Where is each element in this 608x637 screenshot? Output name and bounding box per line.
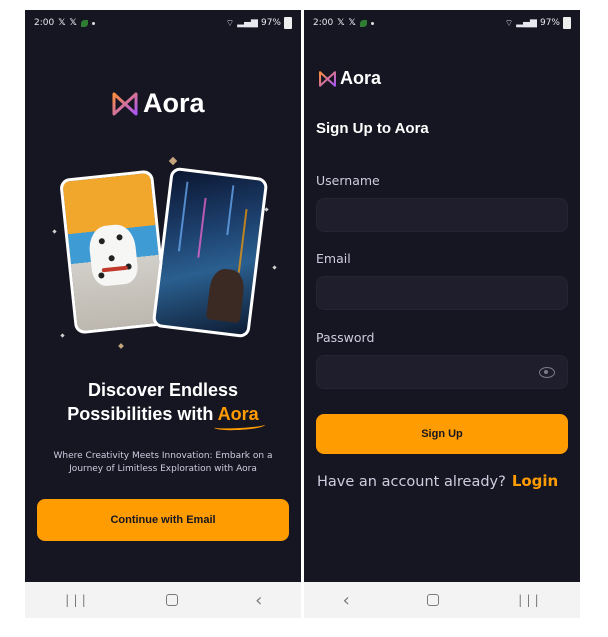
signal-icon: ▂▄▆: [237, 18, 258, 28]
status-bar: 2:00 𝕏 𝕏 ⌔ ▂▄▆ 97%: [25, 10, 301, 36]
back-icon[interactable]: ‹: [255, 590, 262, 611]
app-name: Aora: [143, 88, 205, 118]
sparkle-decoration: [168, 156, 178, 166]
recent-apps-icon[interactable]: |||: [517, 593, 542, 607]
wifi-icon: ⌔: [225, 18, 235, 29]
password-label: Password: [316, 330, 375, 345]
hero-cards-illustration: [45, 156, 285, 358]
battery-icon: [563, 17, 571, 29]
cyberpunk-city-photo-card: [151, 166, 269, 339]
x-notification-icon: 𝕏: [348, 18, 356, 28]
more-notifications-icon: [91, 21, 95, 25]
eye-icon[interactable]: [539, 367, 555, 378]
sparkle-decoration: [272, 265, 277, 270]
battery-level: 97%: [260, 18, 281, 28]
x-notification-icon: 𝕏: [337, 18, 345, 28]
recent-apps-icon[interactable]: |||: [64, 593, 89, 607]
sparkle-decoration: [52, 229, 57, 234]
status-time: 2:00: [34, 18, 55, 28]
page-title: Sign Up to Aora: [316, 120, 429, 137]
app-notification-icon: [80, 19, 88, 27]
continue-with-email-button[interactable]: Continue with Email: [37, 499, 289, 541]
status-time: 2:00: [313, 18, 334, 28]
subtext: Where Creativity Meets Innovation: Embar…: [53, 451, 273, 474]
more-notifications-icon: [370, 21, 374, 25]
app-logo: Aora: [318, 68, 381, 89]
aora-logo-icon: [319, 70, 336, 87]
dalmatian-dog: [87, 222, 140, 288]
password-field[interactable]: [316, 355, 568, 389]
back-icon[interactable]: ‹: [343, 590, 350, 611]
sign-up-button[interactable]: Sign Up: [316, 414, 568, 454]
headline-line-1: Discover Endless: [87, 380, 239, 400]
headline: Discover Endless Possibilities with Aora: [25, 378, 301, 432]
x-notification-icon: 𝕏: [58, 18, 66, 28]
underline-swoosh: [213, 420, 265, 432]
x-notification-icon: 𝕏: [69, 18, 77, 28]
username-label: Username: [316, 173, 380, 188]
welcome-screen: 2:00 𝕏 𝕏 ⌔ ▂▄▆ 97% Aora Discover Endless…: [25, 10, 301, 618]
sparkle-decoration: [60, 333, 65, 338]
dalmatian-photo-card: [59, 169, 169, 335]
login-prompt-row: Have an account already? Login: [317, 472, 558, 490]
sparkle-decoration: [118, 343, 124, 349]
system-nav-bar: ‹ |||: [304, 582, 580, 618]
app-logo: Aora: [111, 88, 205, 119]
email-label: Email: [316, 251, 351, 266]
battery-level: 97%: [539, 18, 560, 28]
app-notification-icon: [359, 19, 367, 27]
home-icon[interactable]: [165, 594, 178, 606]
person-silhouette: [205, 267, 246, 324]
email-field[interactable]: [316, 276, 568, 310]
login-prompt: Have an account already?: [317, 474, 506, 490]
signup-screen: 2:00 𝕏 𝕏 ⌔ ▂▄▆ 97% Aora Sign Up to Aora …: [304, 10, 580, 618]
sparkle-decoration: [264, 207, 269, 212]
system-nav-bar: ||| ‹: [25, 582, 301, 618]
aora-logo-icon: [112, 92, 138, 115]
headline-line-2: Possibilities with: [67, 404, 214, 424]
username-field[interactable]: [316, 198, 568, 232]
status-bar: 2:00 𝕏 𝕏 ⌔ ▂▄▆ 97%: [304, 10, 580, 36]
home-icon[interactable]: [427, 594, 440, 606]
headline-accent-wrapper: Aora: [213, 404, 265, 432]
app-name: Aora: [340, 68, 382, 88]
battery-icon: [284, 17, 292, 29]
signal-icon: ▂▄▆: [516, 18, 537, 28]
wifi-icon: ⌔: [504, 18, 514, 29]
login-link[interactable]: Login: [512, 472, 558, 490]
